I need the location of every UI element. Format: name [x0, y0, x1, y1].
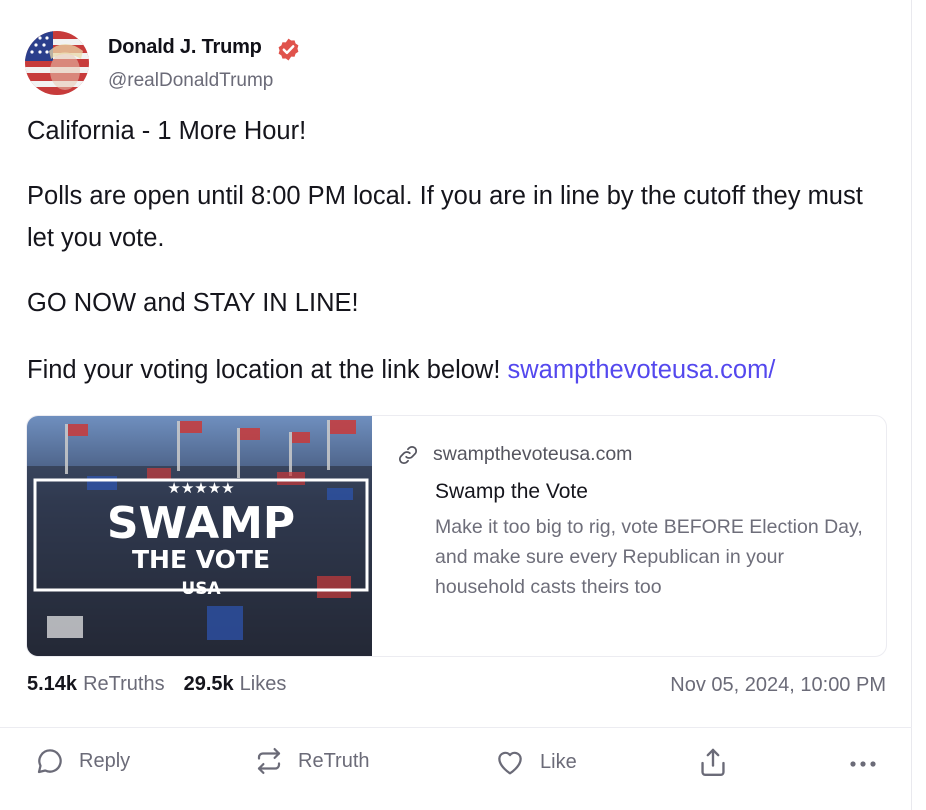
- post-stats: 5.14k ReTruths 29.5k Likes: [27, 673, 305, 696]
- likes-label: Likes: [239, 673, 287, 695]
- card-title: Swamp the Vote: [435, 480, 588, 503]
- likes-stat[interactable]: 29.5k Likes: [184, 673, 287, 696]
- image-stars: ★★★★★: [167, 479, 234, 497]
- retruths-label: ReTruths: [83, 673, 165, 695]
- verified-badge-icon: [278, 38, 299, 61]
- post-link[interactable]: swampthevoteusa.com/: [508, 356, 776, 384]
- avatar[interactable]: [25, 31, 89, 95]
- author-name[interactable]: Donald J. Trump: [108, 36, 262, 59]
- link-preview-card[interactable]: ★★★★★ SWAMP THE VOTE USA swampthevoteusa…: [26, 415, 887, 657]
- reply-button[interactable]: Reply: [35, 746, 130, 776]
- retruths-stat[interactable]: 5.14k ReTruths: [27, 673, 165, 696]
- divider: [0, 727, 912, 728]
- more-icon: [850, 761, 876, 767]
- retruth-label: ReTruth: [298, 749, 370, 772]
- more-button[interactable]: [848, 752, 892, 776]
- retruths-count: 5.14k: [27, 673, 78, 695]
- like-label: Like: [540, 750, 577, 773]
- like-icon: [498, 751, 522, 775]
- card-domain: swampthevoteusa.com: [433, 443, 633, 465]
- author-handle[interactable]: @realDonaldTrump: [108, 70, 273, 92]
- link-preview-image[interactable]: ★★★★★ SWAMP THE VOTE USA: [27, 416, 372, 657]
- likes-count: 29.5k: [183, 673, 234, 695]
- reply-label: Reply: [79, 749, 131, 772]
- post-text-line2: Polls are open until 8:00 PM local. If y…: [27, 182, 863, 252]
- post-timestamp[interactable]: Nov 05, 2024, 10:00 PM: [670, 674, 886, 697]
- retruth-icon: [257, 748, 281, 774]
- image-title-small: USA: [181, 579, 221, 599]
- share-button[interactable]: [697, 746, 743, 780]
- image-title-mid: THE VOTE: [132, 545, 270, 574]
- post-text-line1: California - 1 More Hour!: [27, 117, 307, 145]
- link-icon: [398, 445, 418, 464]
- post-container: Donald J. Trump @realDonaldTrump Califor…: [0, 0, 912, 810]
- like-button[interactable]: Like: [494, 746, 577, 778]
- card-description: Make it too big to rig, vote BEFORE Elec…: [435, 516, 863, 598]
- share-icon: [701, 748, 725, 776]
- image-title-big: SWAMP: [107, 498, 295, 549]
- post-text-line4-body: Find your voting location at the link be…: [27, 356, 508, 384]
- retruth-button[interactable]: ReTruth: [254, 746, 370, 776]
- post-text-line4: Find your voting location at the link be…: [27, 349, 775, 391]
- post-text-line3: GO NOW and STAY IN LINE!: [27, 289, 359, 317]
- card-domain-row: swampthevoteusa.com: [397, 443, 632, 466]
- reply-icon: [37, 749, 62, 774]
